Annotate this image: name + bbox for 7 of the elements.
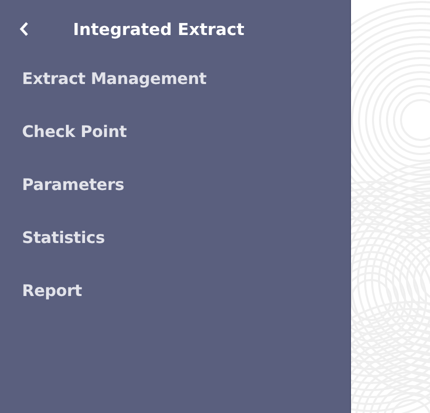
menu-title: Integrated Extract — [73, 20, 244, 38]
menu-item[interactable]: Parameters — [22, 175, 124, 228]
menu-item[interactable]: Check Point — [22, 122, 127, 175]
menu-item[interactable]: Statistics — [22, 228, 105, 281]
menu-item[interactable]: Report — [22, 281, 82, 334]
menu-item[interactable]: Extract Management — [22, 69, 206, 122]
chevron-left-icon — [19, 21, 29, 37]
